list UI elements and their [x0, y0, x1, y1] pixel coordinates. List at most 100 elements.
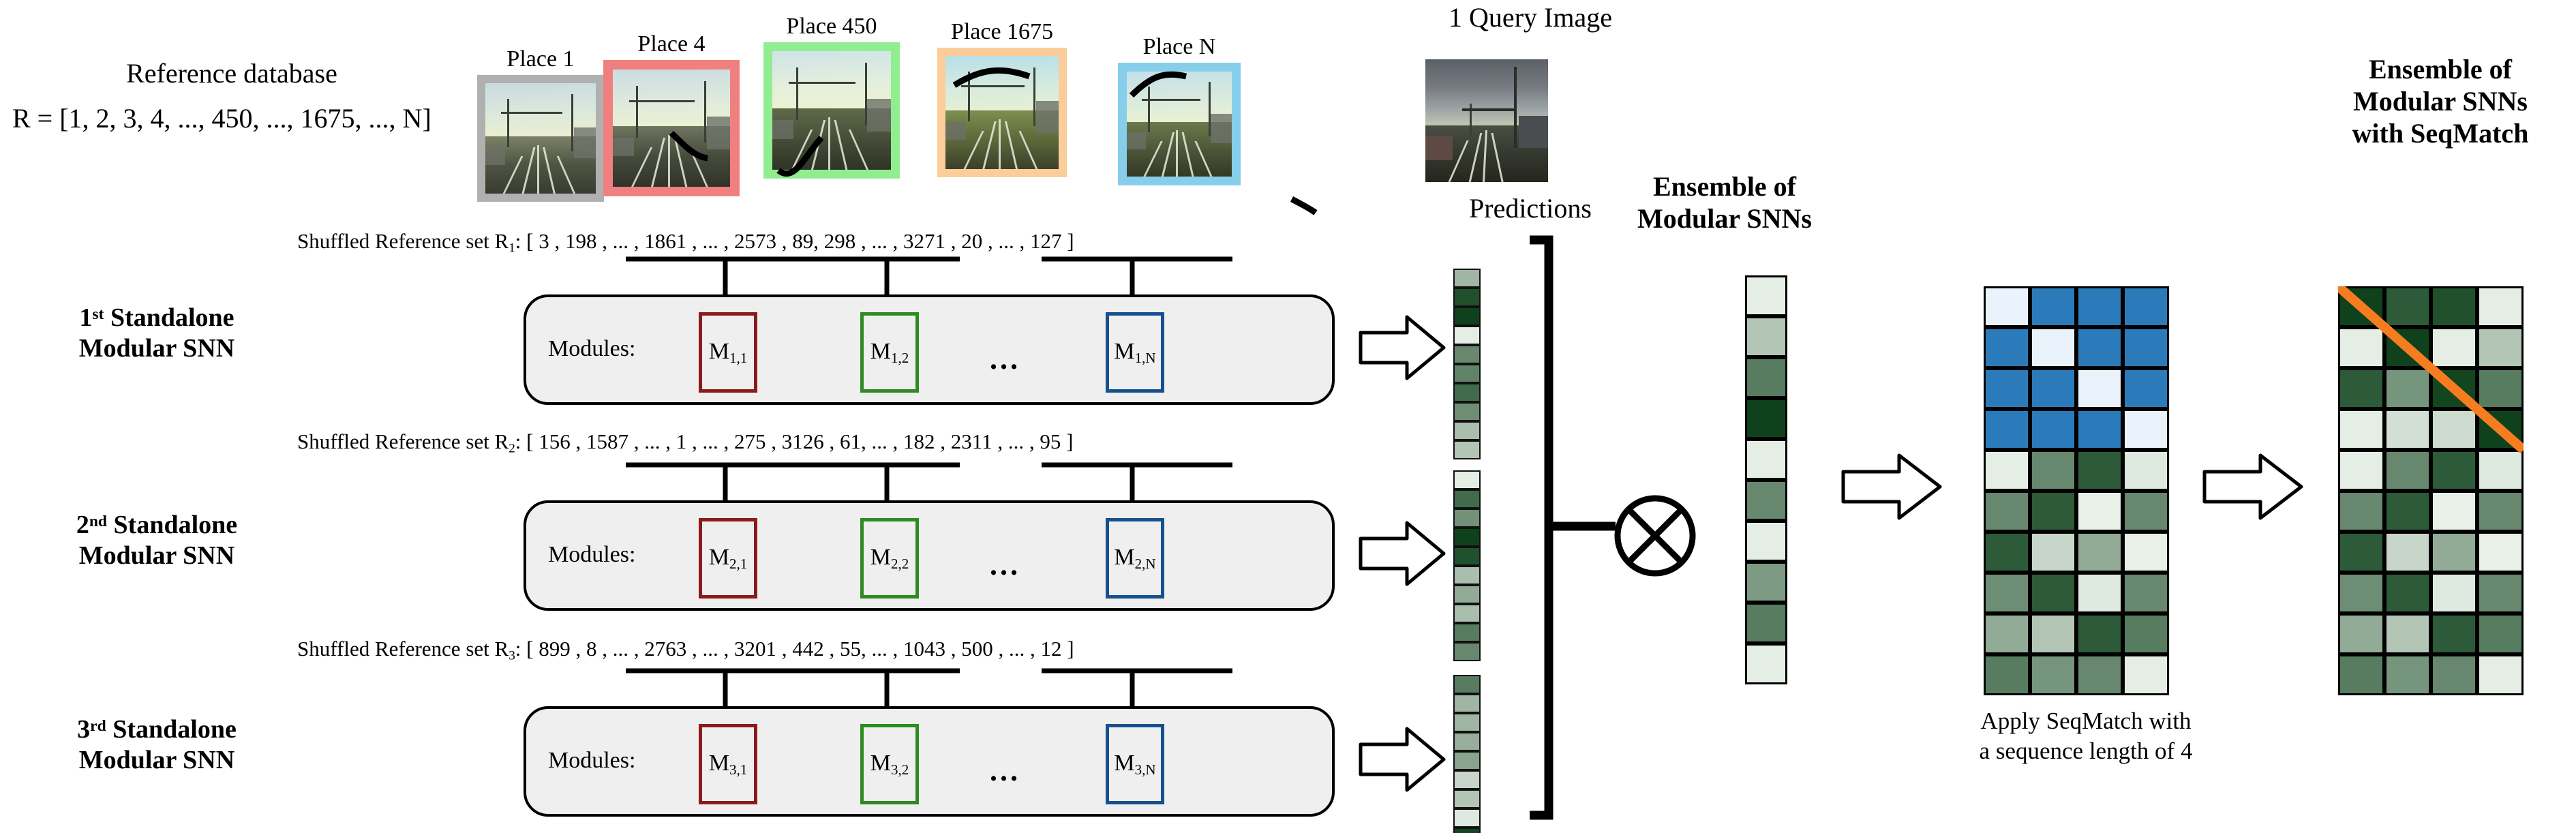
final-cell	[2338, 327, 2384, 368]
seqmatch-row	[1984, 368, 2169, 409]
final-grid	[2338, 286, 2524, 695]
seqmatch-green-cell	[2076, 614, 2123, 654]
row-ordinal-number: 1	[79, 303, 93, 332]
seqmatch-blue-cell	[1984, 286, 2030, 327]
module-box[interactable]: M3,2	[860, 724, 919, 804]
prediction-cell	[1453, 307, 1481, 326]
module-label: M3,N	[1114, 750, 1156, 778]
final-cell	[2477, 368, 2524, 409]
seqmatch-row	[1984, 573, 2169, 614]
final-row	[2338, 368, 2524, 409]
place-label: Place 450	[786, 14, 877, 39]
seqmatch-blue-cell	[2123, 409, 2169, 450]
final-cell	[2338, 409, 2384, 450]
ensemble-cell	[1745, 562, 1787, 603]
row-ordinal-number: 2	[76, 511, 89, 539]
prediction-cell	[1453, 440, 1481, 459]
final-row	[2338, 491, 2524, 532]
modules-label: Modules:	[548, 336, 636, 361]
module-label: M1,2	[870, 338, 909, 366]
seqmatch-row	[1984, 450, 2169, 491]
seqmatch-blue-cell	[2076, 409, 2123, 450]
reference-database-set: R = [1, 2, 3, 4, ..., 450, ..., 1675, ..…	[12, 103, 431, 134]
seqmatch-green-cell	[2123, 573, 2169, 614]
seqmatch-row	[1984, 614, 2169, 654]
row-title-line2: Modular SNN	[78, 745, 235, 774]
modular-snn-box: Modules: M3,1 M3,2 M3,N...	[524, 706, 1335, 817]
prediction-cell	[1453, 642, 1481, 661]
place-label: Place 1675	[950, 19, 1054, 44]
seqmatch-caption-line1: Apply SeqMatch with	[1980, 708, 2192, 734]
ensemble-title-line1: Ensemble of	[1653, 171, 1796, 202]
prediction-cell	[1453, 808, 1481, 828]
seqmatch-green-cell	[2030, 654, 2076, 695]
prediction-cell	[1453, 789, 1481, 808]
seqmatch-row	[1984, 286, 2169, 327]
final-title-line1: Ensemble of	[2369, 54, 2512, 85]
final-cell	[2338, 614, 2384, 654]
seqmatch-blue-cell	[1984, 368, 2030, 409]
prediction-cell	[1453, 402, 1481, 421]
shuffled-values: : [ 3 , 198 , ... , 1861 , ... , 2573 , …	[515, 229, 1074, 253]
final-title-line2: Modular SNNs	[2353, 86, 2528, 117]
seqmatch-row	[1984, 654, 2169, 695]
module-box[interactable]: M3,1	[699, 724, 757, 804]
module-box[interactable]: M2,N	[1106, 518, 1164, 599]
seqmatch-green-cell	[2123, 450, 2169, 491]
final-cell	[2384, 450, 2431, 491]
final-cell	[2338, 368, 2384, 409]
final-cell	[2477, 532, 2524, 573]
prediction-cell	[1453, 751, 1481, 770]
row-ordinal-suffix: rd	[90, 717, 106, 736]
final-cell	[2477, 491, 2524, 532]
final-cell	[2338, 450, 2384, 491]
final-cell	[2477, 409, 2524, 450]
seqmatch-green-cell	[2076, 532, 2123, 573]
final-row	[2338, 450, 2524, 491]
seqmatch-green-cell	[2123, 654, 2169, 695]
seqmatch-green-cell	[1984, 491, 2030, 532]
final-cell	[2338, 286, 2384, 327]
seqmatch-green-cell	[2030, 491, 2076, 532]
final-cell	[2431, 573, 2477, 614]
module-group-brackets	[626, 256, 1232, 294]
place-image	[477, 75, 604, 202]
final-cell	[2384, 654, 2431, 695]
final-cell	[2384, 327, 2431, 368]
seqmatch-green-cell	[2076, 491, 2123, 532]
place-image	[937, 48, 1067, 177]
ensemble-cell	[1745, 357, 1787, 398]
final-cell	[2384, 573, 2431, 614]
module-group-brackets	[626, 668, 1232, 706]
module-box[interactable]: M3,N	[1106, 724, 1164, 804]
row-title-line2: Modular SNN	[78, 333, 235, 363]
final-row	[2338, 327, 2524, 368]
prediction-cell	[1453, 345, 1481, 364]
ensemble-title-line2: Modular SNNs	[1637, 203, 1812, 234]
seqmatch-green-cell	[2123, 614, 2169, 654]
seqmatch-blue-cell	[2030, 327, 2076, 368]
seqmatch-green-cell	[2030, 450, 2076, 491]
shuffled-reference-set: Shuffled Reference set R2: [ 156 , 1587 …	[297, 429, 1073, 456]
shuffled-index: 3	[509, 648, 515, 663]
place-thumbnail: Place 1	[477, 46, 604, 202]
ensemble-vector	[1745, 275, 1787, 684]
prediction-cell	[1453, 604, 1481, 623]
final-cell	[2338, 532, 2384, 573]
final-cell	[2431, 491, 2477, 532]
seqmatch-green-cell	[2076, 450, 2123, 491]
arrow-to-predictions	[1358, 314, 1446, 382]
module-box[interactable]: M2,2	[860, 518, 919, 599]
module-box[interactable]: M1,1	[699, 312, 757, 393]
module-box[interactable]: M1,N	[1106, 312, 1164, 393]
prediction-cell	[1453, 383, 1481, 402]
module-label: M3,2	[870, 750, 909, 778]
module-box[interactable]: M1,2	[860, 312, 919, 393]
query-image	[1423, 57, 1550, 184]
prediction-cell	[1453, 828, 1481, 833]
seqmatch-blue-cell	[1984, 409, 2030, 450]
final-cell	[2431, 532, 2477, 573]
module-box[interactable]: M2,1	[699, 518, 757, 599]
row-title-line2: Modular SNN	[78, 541, 235, 570]
prediction-cell	[1453, 421, 1481, 440]
